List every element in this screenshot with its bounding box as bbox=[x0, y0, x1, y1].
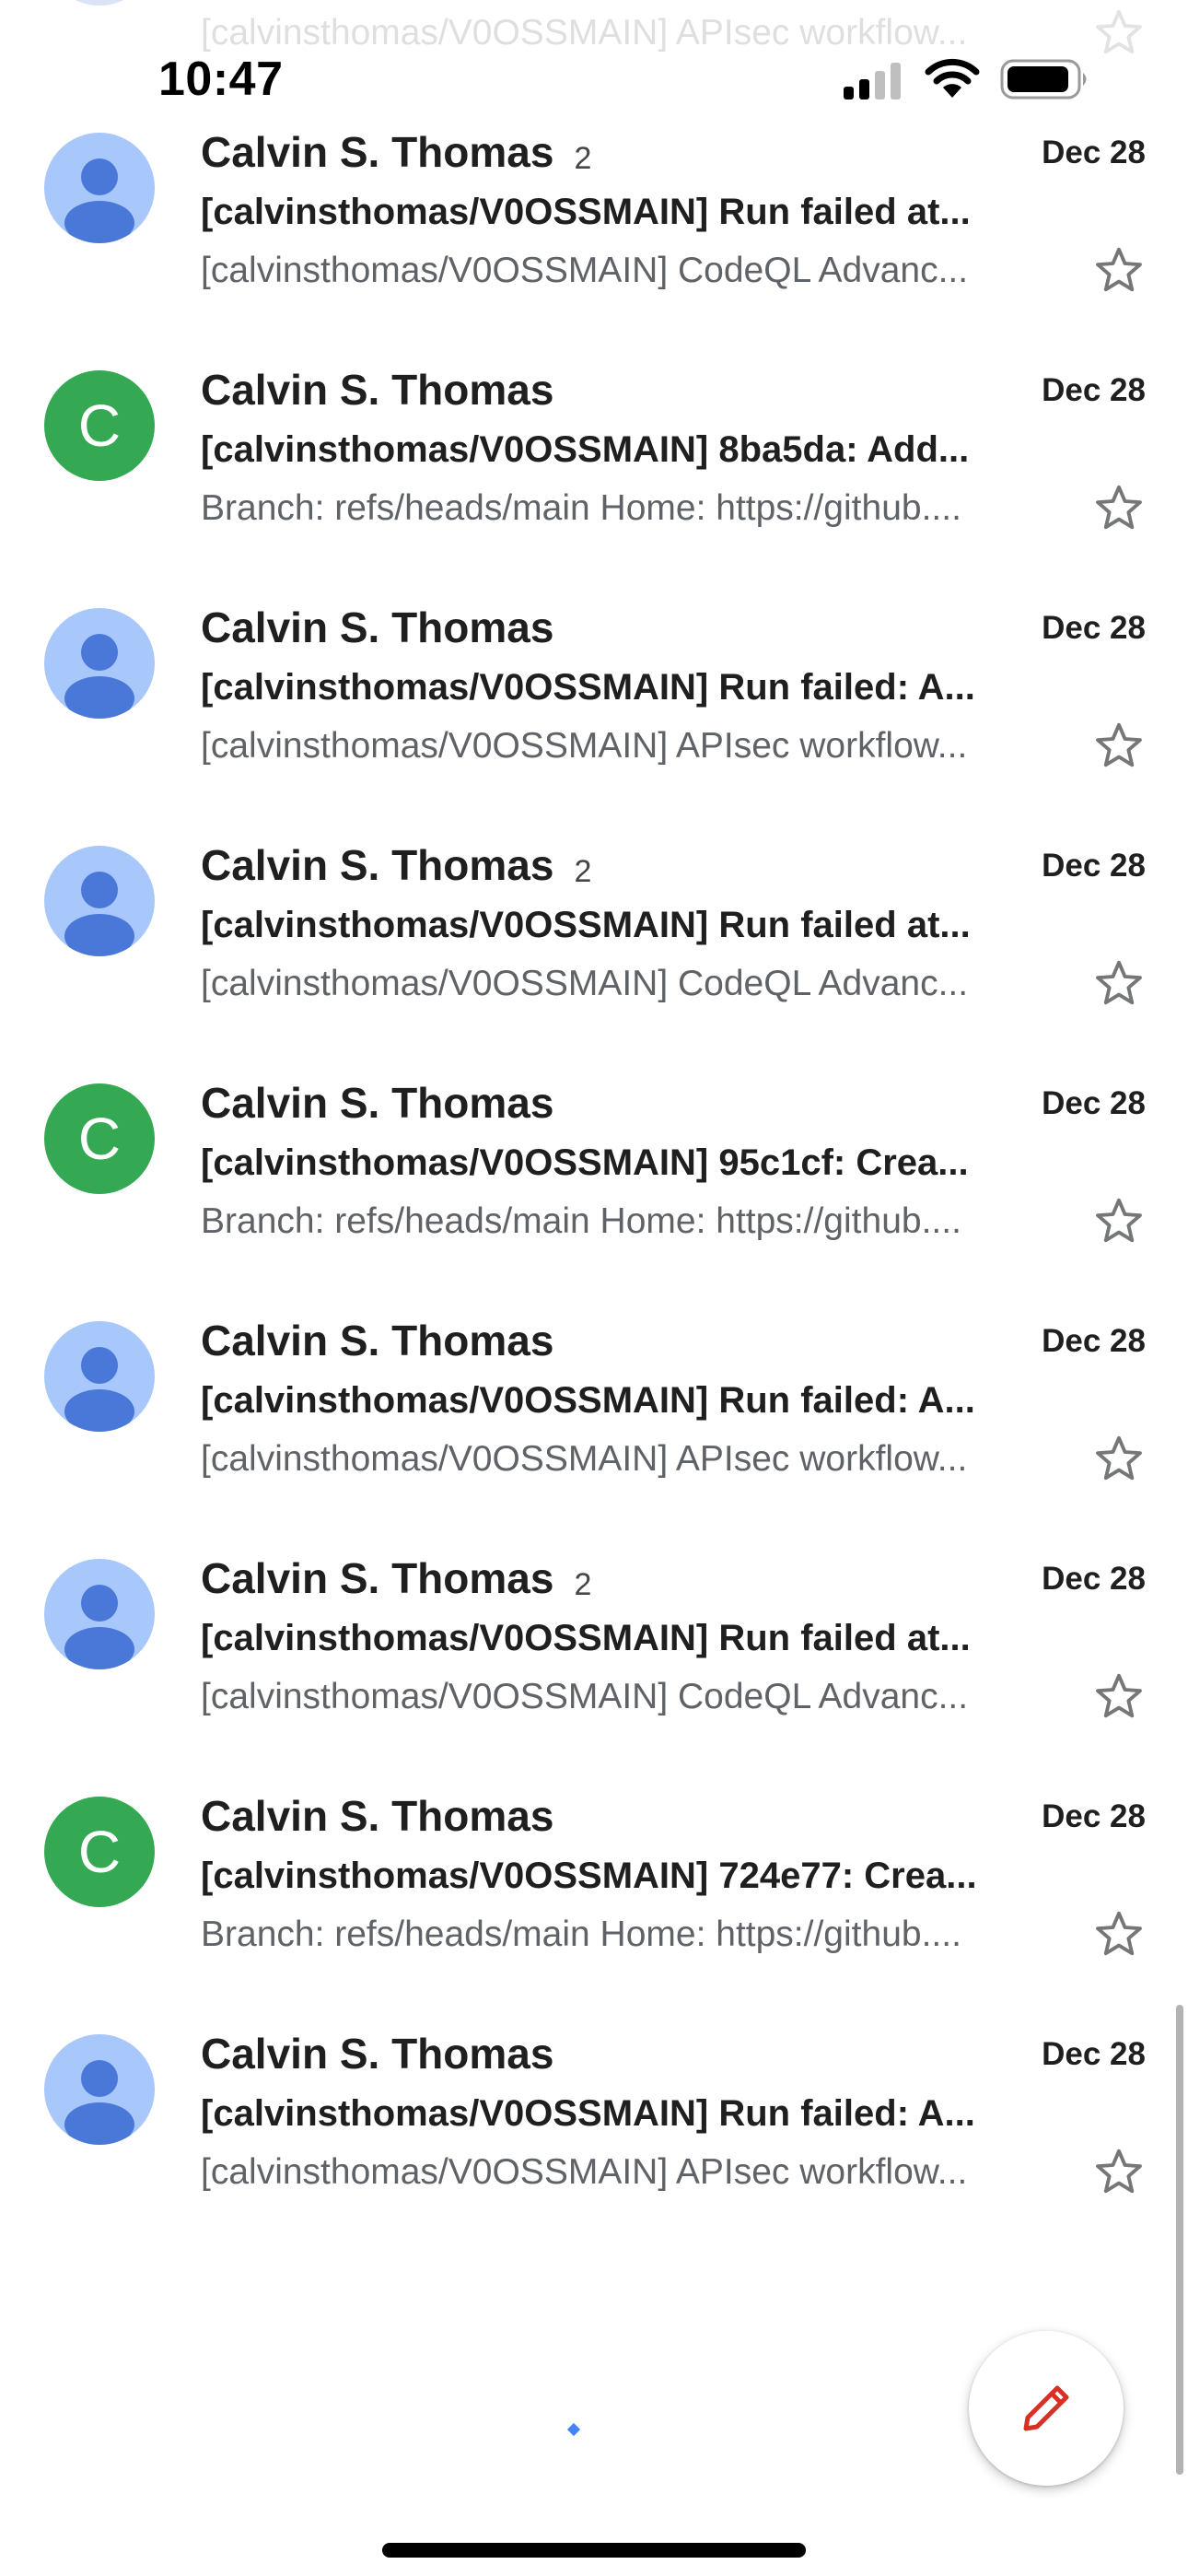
sender-line: Calvin S. Thomas bbox=[201, 1316, 553, 1365]
gmail-inbox-screen: Calvin S. Thomas Dec 28 [calvinsthomas/V0O… bbox=[0, 0, 1188, 2576]
message-row[interactable]: Calvin S. Thomas Dec 28 [calvinsthomas/V0O… bbox=[0, 579, 1188, 814]
message-subject: [calvinsthomas/V0OSSMAIN] Run failed at.… bbox=[201, 905, 971, 945]
message-row[interactable]: Calvin S. Thomas 2 Dec 28 [calvinsthomas/V0… bbox=[0, 816, 1188, 1052]
message-date: Dec 28 bbox=[1042, 372, 1146, 408]
sender-line: Calvin S. Thomas 2 bbox=[201, 840, 591, 890]
message-subject: [calvinsthomas/V0OSSMAIN] Run failed at.… bbox=[201, 1618, 971, 1658]
message-list: Calvin S. Thomas Dec 28 [calvinsthomas/V0O… bbox=[0, 0, 1188, 2576]
star-icon[interactable] bbox=[1092, 243, 1146, 297]
message-snippet: [calvinsthomas/V0OSSMAIN] APIsec workflo… bbox=[201, 2152, 968, 2192]
message-date: Dec 28 bbox=[1042, 848, 1146, 884]
sender-name: Calvin S. Thomas bbox=[201, 2030, 554, 2078]
star-icon[interactable] bbox=[1092, 481, 1146, 534]
message-snippet: Branch: refs/heads/main Home: https://gi… bbox=[201, 488, 961, 528]
message-snippet: Branch: refs/heads/main Home: https://gi… bbox=[201, 1914, 961, 1954]
message-subject: [calvinsthomas/V0OSSMAIN] 724e77: Crea..… bbox=[201, 1856, 977, 1896]
compose-button[interactable] bbox=[969, 2331, 1124, 2486]
message-date: Dec 28 bbox=[1042, 1085, 1146, 1121]
pencil-icon bbox=[1023, 2385, 1069, 2431]
message-subject: [calvinsthomas/V0OSSMAIN] 95c1cf: Crea..… bbox=[201, 1142, 969, 1183]
message-date: Dec 28 bbox=[1042, 610, 1146, 646]
battery-icon bbox=[1000, 59, 1087, 100]
star-icon[interactable] bbox=[1092, 1432, 1146, 1485]
message-date: Dec 28 bbox=[1042, 1323, 1146, 1359]
message-snippet: [calvinsthomas/V0OSSMAIN] CodeQL Advanc.… bbox=[201, 251, 969, 290]
message-row[interactable]: C Calvin S. Thomas Dec 28 [calvinsthomas/V0… bbox=[0, 341, 1188, 577]
home-indicator bbox=[382, 2543, 806, 2558]
message-row[interactable]: Calvin S. Thomas 2 Dec 28 [calvinsthomas/V0… bbox=[0, 1529, 1188, 1765]
sender-avatar-person-icon[interactable] bbox=[44, 1559, 155, 1669]
sender-name: Calvin S. Thomas bbox=[201, 841, 554, 889]
sender-avatar-person-icon[interactable] bbox=[44, 2034, 155, 2145]
message-snippet: [calvinsthomas/V0OSSMAIN] APIsec workflo… bbox=[201, 726, 968, 766]
star-icon[interactable] bbox=[1092, 2145, 1146, 2198]
sender-line: Calvin S. Thomas bbox=[201, 2029, 553, 2078]
sender-name: Calvin S. Thomas bbox=[201, 1079, 554, 1127]
sender-name: Calvin S. Thomas bbox=[201, 1792, 554, 1840]
thread-count: 2 bbox=[574, 854, 592, 889]
message-date: Dec 28 bbox=[1042, 1798, 1146, 1834]
message-subject: [calvinsthomas/V0OSSMAIN] Run failed at.… bbox=[201, 192, 971, 232]
message-row[interactable]: Calvin S. Thomas Dec 28 [calvinsthomas/V0O… bbox=[0, 1292, 1188, 1528]
status-time: 10:47 bbox=[158, 53, 284, 106]
thread-count: 2 bbox=[574, 1567, 592, 1602]
sender-avatar-letter[interactable]: C bbox=[44, 370, 155, 481]
sender-line: Calvin S. Thomas bbox=[201, 603, 553, 652]
message-row[interactable]: Calvin S. Thomas Dec 28 [calvinsthomas/V0O… bbox=[0, 2005, 1188, 2241]
star-icon[interactable] bbox=[1092, 1907, 1146, 1961]
message-subject: [calvinsthomas/V0OSSMAIN] Run failed: A.… bbox=[201, 2093, 975, 2134]
star-icon[interactable] bbox=[1092, 1194, 1146, 1247]
wifi-icon bbox=[925, 58, 980, 98]
sender-line: Calvin S. Thomas 2 bbox=[201, 1553, 591, 1603]
sender-name: Calvin S. Thomas bbox=[201, 603, 554, 651]
message-snippet: [calvinsthomas/V0OSSMAIN] CodeQL Advanc.… bbox=[201, 964, 969, 1003]
message-date: Dec 28 bbox=[1042, 2036, 1146, 2072]
sender-avatar-person-icon[interactable] bbox=[44, 608, 155, 719]
message-subject: [calvinsthomas/V0OSSMAIN] 8ba5da: Add... bbox=[201, 429, 970, 470]
star-icon[interactable] bbox=[1092, 1669, 1146, 1723]
star-icon[interactable] bbox=[1092, 956, 1146, 1010]
sender-avatar-letter[interactable]: C bbox=[44, 1797, 155, 1907]
sender-avatar-letter[interactable]: C bbox=[44, 1083, 155, 1194]
sender-avatar-person-icon[interactable] bbox=[44, 133, 155, 243]
status-bar: 10:47 bbox=[0, 0, 1188, 147]
star-icon[interactable] bbox=[1092, 719, 1146, 772]
sender-line: Calvin S. Thomas bbox=[201, 365, 553, 415]
cellular-signal-icon bbox=[844, 63, 901, 100]
sender-name: Calvin S. Thomas bbox=[201, 1554, 554, 1602]
sender-name: Calvin S. Thomas bbox=[201, 366, 554, 414]
message-snippet: Branch: refs/heads/main Home: https://gi… bbox=[201, 1201, 961, 1241]
message-subject: [calvinsthomas/V0OSSMAIN] Run failed: A.… bbox=[201, 667, 975, 708]
message-snippet: [calvinsthomas/V0OSSMAIN] CodeQL Advanc.… bbox=[201, 1677, 969, 1716]
message-snippet: [calvinsthomas/V0OSSMAIN] APIsec workflo… bbox=[201, 1439, 968, 1479]
sender-line: Calvin S. Thomas bbox=[201, 1791, 553, 1841]
sender-avatar-person-icon[interactable] bbox=[44, 1321, 155, 1432]
message-row[interactable]: C Calvin S. Thomas Dec 28 [calvinsthomas/V0… bbox=[0, 1767, 1188, 2003]
sender-avatar-person-icon[interactable] bbox=[44, 846, 155, 956]
message-date: Dec 28 bbox=[1042, 1561, 1146, 1597]
message-subject: [calvinsthomas/V0OSSMAIN] Run failed: A.… bbox=[201, 1380, 975, 1421]
message-row[interactable]: C Calvin S. Thomas Dec 28 [calvinsthomas/V0… bbox=[0, 1054, 1188, 1290]
sender-line: Calvin S. Thomas bbox=[201, 1078, 553, 1128]
scrollbar[interactable] bbox=[1176, 2005, 1183, 2475]
sender-name: Calvin S. Thomas bbox=[201, 1317, 554, 1364]
